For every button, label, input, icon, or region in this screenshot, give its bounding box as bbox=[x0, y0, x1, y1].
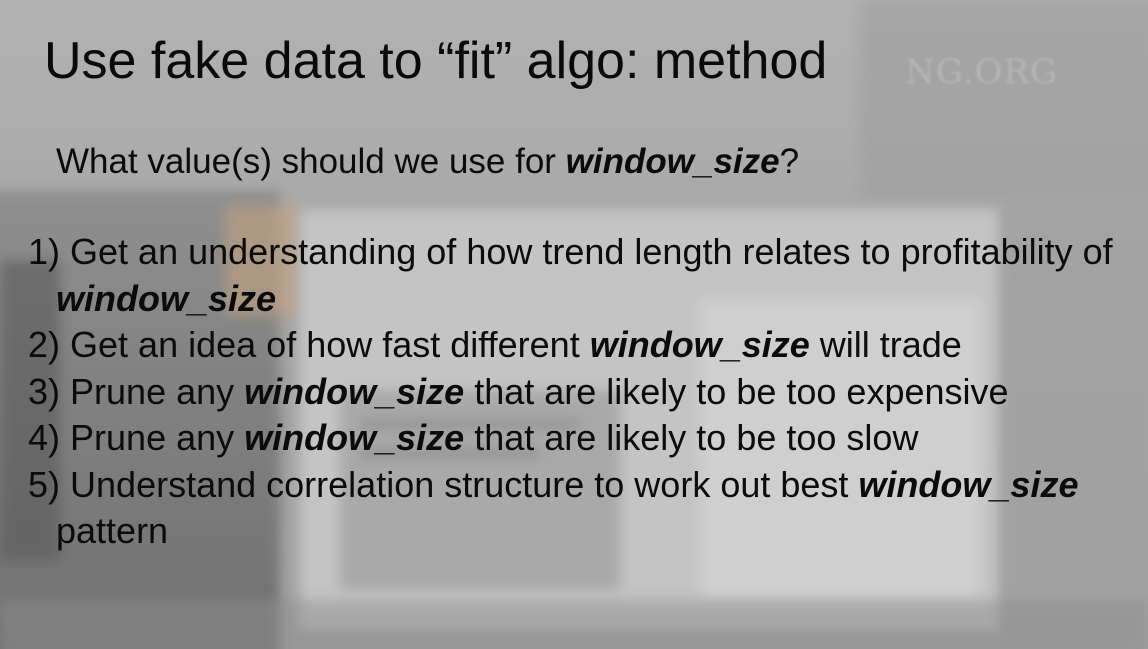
step-text: Understand correlation structure to work… bbox=[70, 463, 859, 505]
step-text: Get an idea of how fast different bbox=[70, 324, 590, 365]
step-text-after: pattern bbox=[56, 510, 169, 551]
step-text-after: will trade bbox=[809, 324, 962, 365]
steps-list: 1) Get an understanding of how trend len… bbox=[28, 229, 1138, 555]
step-text: Prune any bbox=[70, 417, 245, 458]
question-mark: ? bbox=[779, 142, 800, 181]
question-keyword: window_size bbox=[565, 142, 780, 181]
step-keyword: window_size bbox=[858, 463, 1079, 505]
slide-title: Use fake data to “fit” algo: method bbox=[44, 32, 828, 90]
question-text: What value(s) should we use for bbox=[56, 142, 566, 181]
step-item: 2) Get an idea of how fast different win… bbox=[28, 322, 1138, 369]
step-item: 1) Get an understanding of how trend len… bbox=[28, 229, 1138, 322]
slide: Use fake data to “fit” algo: method What… bbox=[0, 0, 1148, 649]
slide-question: What value(s) should we use for window_s… bbox=[56, 140, 799, 184]
step-keyword: window_size bbox=[56, 277, 277, 319]
step-number: 3) bbox=[28, 370, 61, 412]
step-item: 5) Understand correlation structure to w… bbox=[28, 462, 1138, 555]
step-text-after: that are likely to be too slow bbox=[464, 417, 919, 458]
step-text-after: that are likely to be too expensive bbox=[464, 370, 1009, 412]
step-number: 1) bbox=[28, 231, 61, 272]
step-keyword: window_size bbox=[589, 324, 810, 365]
step-number: 4) bbox=[28, 417, 61, 458]
step-item: 3) Prune any window_size that are likely… bbox=[28, 369, 1138, 416]
step-number: 2) bbox=[28, 324, 61, 365]
step-text: Get an understanding of how trend length… bbox=[70, 231, 1113, 272]
step-keyword: window_size bbox=[244, 370, 465, 412]
step-keyword: window_size bbox=[244, 417, 465, 458]
step-item: 4) Prune any window_size that are likely… bbox=[28, 415, 1138, 462]
step-number: 5) bbox=[28, 463, 61, 505]
step-text: Prune any bbox=[70, 370, 245, 412]
